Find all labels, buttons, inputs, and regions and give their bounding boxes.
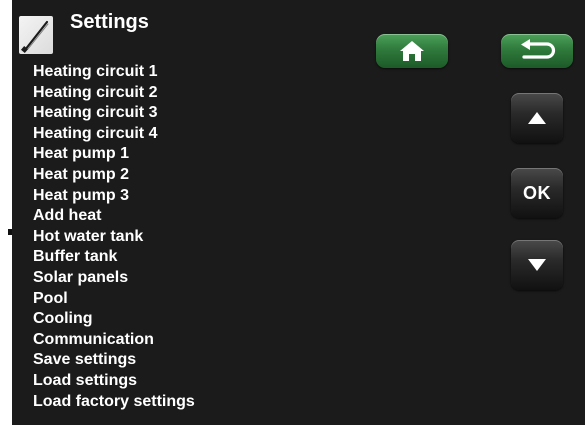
menu-item-save-settings[interactable]: Save settings (33, 350, 195, 371)
menu-item-heat-pump-1[interactable]: Heat pump 1 (33, 144, 195, 165)
menu-item-pool[interactable]: Pool (33, 289, 195, 310)
menu-item-heat-pump-2[interactable]: Heat pump 2 (33, 165, 195, 186)
menu-item-heating-circuit-2[interactable]: Heating circuit 2 (33, 83, 195, 104)
back-arrow-icon (521, 39, 556, 59)
menu-item-load-factory-settings[interactable]: Load factory settings (33, 392, 195, 413)
home-button[interactable] (376, 34, 448, 68)
menu-item-solar-panels[interactable]: Solar panels (33, 268, 195, 289)
menu-item-add-heat[interactable]: Add heat (33, 206, 195, 227)
wrench-icon (19, 16, 53, 54)
menu-item-communication[interactable]: Communication (33, 330, 195, 351)
settings-screen: Settings Heating circuit 1 Heating circu… (12, 0, 585, 425)
ok-button[interactable]: OK (511, 168, 563, 218)
menu-item-buffer-tank[interactable]: Buffer tank (33, 247, 195, 268)
menu-item-heating-circuit-4[interactable]: Heating circuit 4 (33, 124, 195, 145)
menu-item-heat-pump-3[interactable]: Heat pump 3 (33, 186, 195, 207)
arrow-up-icon (528, 112, 546, 124)
scroll-down-button[interactable] (511, 240, 563, 290)
scroll-up-button[interactable] (511, 93, 563, 143)
menu-item-load-settings[interactable]: Load settings (33, 371, 195, 392)
menu-item-heating-circuit-3[interactable]: Heating circuit 3 (33, 103, 195, 124)
home-icon (400, 41, 424, 61)
settings-menu: Heating circuit 1 Heating circuit 2 Heat… (33, 62, 195, 412)
menu-item-hot-water-tank[interactable]: Hot water tank (33, 227, 195, 248)
ok-label: OK (523, 182, 551, 203)
arrow-down-icon (528, 259, 546, 271)
menu-item-heating-circuit-1[interactable]: Heating circuit 1 (33, 62, 195, 83)
page-title: Settings (70, 11, 149, 33)
menu-item-cooling[interactable]: Cooling (33, 309, 195, 330)
back-button[interactable] (501, 34, 573, 68)
